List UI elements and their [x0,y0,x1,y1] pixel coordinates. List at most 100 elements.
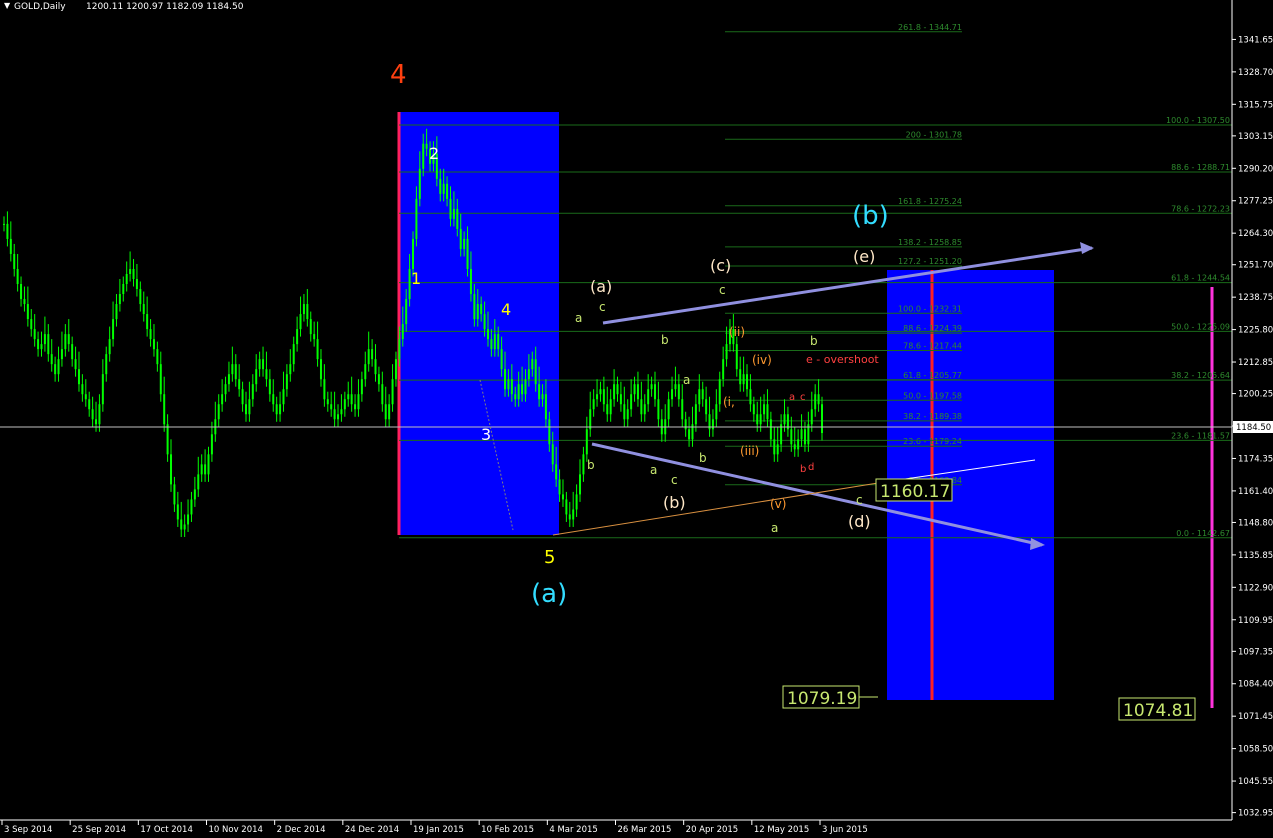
y-tick-label: 1238.75 [1238,293,1273,303]
candle-body [463,238,466,249]
gold-daily-chart: ▼ GOLD,Daily 1200.11 1200.97 1182.09 118… [0,0,1273,838]
candle-body [299,314,302,330]
wave-label-paren-d: (d) [848,512,871,531]
candle-body [108,339,111,355]
candle-body [132,268,135,280]
candle-body [698,389,701,405]
x-tick-label: 20 Apr 2015 [686,825,739,835]
candle-body [592,399,595,410]
candle-body [30,319,33,330]
wave-label-iv: (iv) [752,353,772,367]
wave-label-paren-a: (a) [590,277,612,296]
candle-body [599,389,602,395]
candle-body [466,238,469,269]
candle-body [456,208,459,229]
x-tick-label: 3 Sep 2014 [4,825,52,835]
chart-header: ▼ GOLD,Daily 1200.11 1200.97 1182.09 118… [4,1,244,12]
candle-body [800,429,803,440]
candle-body [756,414,759,425]
candle-body [626,409,629,420]
candle-body [650,384,653,390]
dropdown-arrow-icon[interactable]: ▼ [4,1,11,10]
fib-label-top: 78.6 - 1217.44 [903,342,962,351]
candle-body [3,223,5,225]
candle-body [152,339,155,350]
y-tick-label: 1058.50 [1238,745,1273,755]
fib-label-top: 50.0 - 1197.58 [903,391,962,400]
fib-label-right: 23.6 - 1181.57 [1171,431,1230,440]
price-box-1079-text: 1079.19 [787,689,857,709]
candle-body [517,384,520,400]
price-box-1074-text: 1074.81 [1123,701,1193,721]
y-tick-label: 1135.85 [1238,551,1273,561]
candle-body [170,454,173,485]
candle-body [357,394,360,410]
x-tick-label: 3 Jun 2015 [822,825,868,835]
candle-body [81,384,84,395]
candle-body [418,168,421,199]
candle-body [381,384,384,405]
candle-body [759,414,762,425]
candle-body [473,294,476,320]
y-tick-label: 1277.25 [1238,197,1273,207]
candle-body [636,384,639,400]
candle-body [524,379,527,395]
candle-body [159,364,162,395]
candle-body [258,359,261,370]
small-label-b1: b [587,458,595,472]
candle-body [238,379,241,390]
price-box-1160: 1160.17 [875,478,953,502]
x-tick-label: 24 Dec 2014 [345,825,399,835]
small-label-b2: b [661,333,669,347]
candle-body [735,344,738,370]
candle-body [388,404,391,420]
candle-body [16,268,19,285]
candle-body [705,399,708,415]
candle-body [221,394,224,405]
small-label-a4: a [771,521,778,535]
candle-body [677,384,680,400]
candle-body [91,409,94,420]
candle-body [26,304,29,320]
small-label-d-red: d [808,462,814,473]
candle-body [538,384,541,400]
small-label-b-red: b [800,464,806,475]
y-tick-label: 1264.30 [1238,229,1273,239]
candle-body [773,439,776,455]
x-tick-label: 19 Jan 2015 [413,825,464,835]
candle-body [763,404,766,415]
candle-body [531,359,534,370]
candle-body [739,369,742,385]
candle-body [616,384,619,395]
candle-body [84,394,87,400]
candle-body [493,334,496,350]
candle-body [401,324,404,340]
candle-body [630,394,633,410]
candle-body [272,394,275,405]
small-label-a2: a [650,463,657,477]
candle-body [316,339,319,360]
x-tick-label: 2 Dec 2014 [277,825,326,835]
y-tick-label: 1109.95 [1238,616,1273,626]
candle-body [793,444,796,450]
candle-body [561,494,564,500]
candle-body [558,479,561,495]
candle-body [176,504,179,520]
candle-body [248,399,251,415]
candle-body [282,389,285,405]
small-label-b4: b [810,334,818,348]
candle-body [442,183,445,194]
wave-label-1: 1 [411,269,421,288]
candle-body [694,404,697,425]
candle-body [572,509,575,520]
candle-body [480,304,483,315]
y-tick-label: 1032.95 [1238,809,1273,819]
candle-body [306,304,309,320]
candle-body [6,223,9,239]
candle-body [289,364,292,375]
candle-body [643,404,646,415]
candle-body [163,394,166,425]
candle-body [231,364,234,375]
y-tick-label: 1212.85 [1238,358,1273,368]
candle-body [527,369,530,380]
